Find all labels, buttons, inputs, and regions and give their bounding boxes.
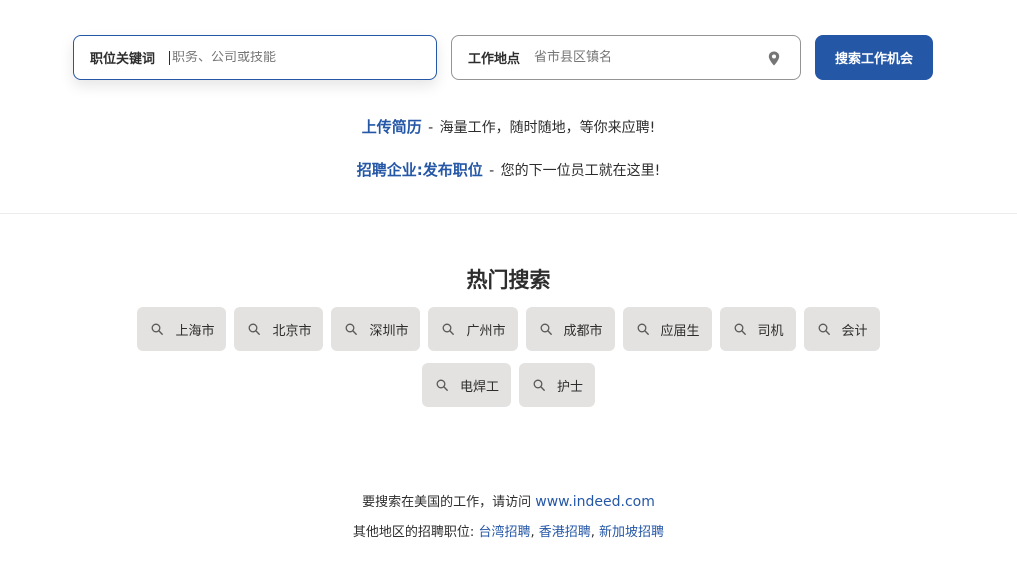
popular-searches-list: 上海市 北京市 深圳市 广州市 成都市 应届生 司机 会计电焊工 护士 xyxy=(115,307,902,407)
upload-separator: - xyxy=(423,120,438,136)
map-pin-icon xyxy=(768,51,780,66)
search-icon xyxy=(249,323,261,335)
popular-search-chip[interactable]: 会计 xyxy=(803,307,880,351)
upload-resume-link[interactable]: 上传简历 xyxy=(362,118,422,136)
where-field[interactable]: 工作地点 xyxy=(451,35,801,80)
where-input[interactable] xyxy=(534,36,800,79)
search-bar: 职位关键词 工作地点 搜索工作机会 xyxy=(73,35,933,80)
popular-search-label: 成都市 xyxy=(563,323,603,339)
popular-search-label: 会计 xyxy=(841,323,868,339)
taiwan-jobs-link[interactable]: 台湾招聘 xyxy=(478,525,530,540)
popular-searches-title: 热门搜索 xyxy=(466,268,551,292)
popular-search-label: 北京市 xyxy=(272,323,312,339)
what-input[interactable] xyxy=(169,50,436,65)
popular-search-chip[interactable]: 深圳市 xyxy=(331,307,421,351)
popular-search-chip[interactable]: 成都市 xyxy=(525,307,615,351)
section-divider xyxy=(0,213,1017,214)
popular-search-label: 司机 xyxy=(757,323,784,339)
search-icon xyxy=(443,323,455,335)
upload-text: 海量工作，随时随地，等你来应聘! xyxy=(439,120,656,136)
footer-other-text: 其他地区的招聘职位: xyxy=(352,525,475,540)
search-icon xyxy=(346,323,358,335)
popular-search-chip[interactable]: 北京市 xyxy=(234,307,324,351)
popular-search-label: 深圳市 xyxy=(369,323,409,339)
popular-search-label: 电焊工 xyxy=(459,379,499,395)
popular-search-label: 护士 xyxy=(557,379,584,395)
search-icon xyxy=(818,323,830,335)
upload-resume-line: 上传简历 - 海量工作，随时随地，等你来应聘! xyxy=(0,116,1017,137)
popular-search-label: 广州市 xyxy=(466,323,506,339)
search-icon xyxy=(533,379,545,391)
hongkong-jobs-link[interactable]: 香港招聘 xyxy=(539,525,591,540)
popular-search-label: 应届生 xyxy=(660,323,700,339)
popular-search-chip[interactable]: 司机 xyxy=(719,307,796,351)
what-label: 职位关键词 xyxy=(90,52,156,67)
search-icon xyxy=(151,323,164,335)
popular-search-chip[interactable]: 广州市 xyxy=(428,307,518,351)
search-icon xyxy=(734,323,746,335)
search-jobs-button[interactable]: 搜索工作机会 xyxy=(815,35,933,80)
post-separator: - xyxy=(484,163,499,179)
indeed-com-link[interactable]: www.indeed.com xyxy=(535,494,655,510)
link-separator: , xyxy=(530,525,535,540)
employer-label-link[interactable]: 招聘企业: xyxy=(357,161,423,179)
where-label: 工作地点 xyxy=(468,52,521,67)
what-field[interactable]: 职位关键词 xyxy=(73,35,437,80)
singapore-jobs-link[interactable]: 新加坡招聘 xyxy=(599,525,664,540)
search-icon xyxy=(637,323,649,335)
popular-search-chip[interactable]: 电焊工 xyxy=(421,363,511,407)
popular-search-chip[interactable]: 应届生 xyxy=(622,307,712,351)
post-text: 您的下一位员工就在这里! xyxy=(500,163,661,179)
footer-other-regions-line: 其他地区的招聘职位: 台湾招聘, 香港招聘, 新加坡招聘 xyxy=(0,521,1017,540)
footer-us-line: 要搜索在美国的工作，请访问 www.indeed.com xyxy=(0,491,1017,510)
post-job-link[interactable]: 发布职位 xyxy=(423,161,483,179)
employer-line: 招聘企业:发布职位 - 您的下一位员工就在这里! xyxy=(0,159,1017,180)
popular-search-chip[interactable]: 护士 xyxy=(519,363,596,407)
footer-us-text: 要搜索在美国的工作，请访问 xyxy=(362,495,532,510)
popular-search-label: 上海市 xyxy=(175,323,215,339)
search-icon xyxy=(540,323,552,335)
search-icon xyxy=(436,379,448,391)
popular-search-chip[interactable]: 上海市 xyxy=(137,307,227,351)
link-separator: , xyxy=(590,525,595,540)
